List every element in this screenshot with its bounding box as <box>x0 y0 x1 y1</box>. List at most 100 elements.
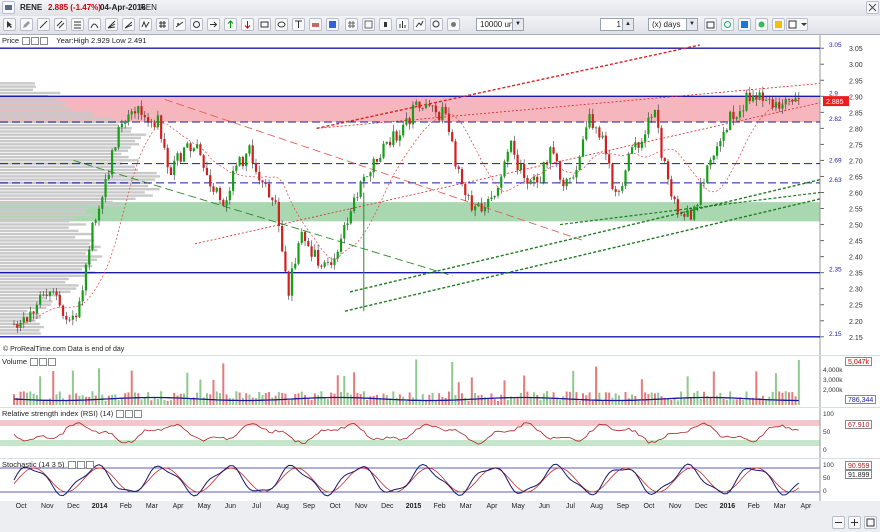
stochastic-panel[interactable]: 100 50 0 Stochastic (14 3 5) <box>0 459 880 501</box>
candle-body <box>398 135 401 141</box>
y-tick-label: 2.55 <box>849 207 863 214</box>
candle-body <box>330 262 333 265</box>
pitchfork-icon[interactable] <box>122 18 135 31</box>
volume-bar <box>307 399 310 405</box>
candle-body <box>150 121 153 123</box>
menu-dropdown-icon[interactable] <box>2 1 15 14</box>
price-chart[interactable]: 3.05 3.00 2.95 2.90 2.85 2.80 2.75 2.70 2.65 2.60… <box>0 35 880 355</box>
date-label: 04-Apr-2016 <box>100 3 146 12</box>
channel-icon[interactable] <box>54 18 67 31</box>
candle-body <box>267 183 271 198</box>
y-tick-label: 2.75 <box>849 142 863 149</box>
layout-icon[interactable] <box>362 18 375 31</box>
settings-icon[interactable] <box>447 18 460 31</box>
candle-body <box>549 147 552 164</box>
candle-body <box>732 111 735 120</box>
panel-close-icon[interactable] <box>40 37 49 46</box>
x-tick-label: Jun <box>538 503 550 510</box>
candle-body <box>552 147 555 154</box>
candle-body <box>369 172 372 177</box>
grid-view-icon[interactable] <box>345 18 358 31</box>
candle-body <box>173 160 176 175</box>
cube-icon[interactable] <box>738 18 751 31</box>
period-value-input[interactable]: 1 ▲ <box>600 18 634 31</box>
volume-bar <box>26 392 29 405</box>
level-label: 2.69 <box>829 158 842 165</box>
volume-panel[interactable]: 4,000k 3,000k 2,000k Volume <box>0 356 880 407</box>
pencil-icon[interactable] <box>20 18 33 31</box>
period-unit-select[interactable]: (x) days ▼ <box>648 18 698 31</box>
regression-icon[interactable] <box>173 18 186 31</box>
volume-bar <box>487 398 490 405</box>
volume-bar <box>604 392 607 405</box>
arrow-right-icon[interactable] <box>207 18 220 31</box>
calendar-icon[interactable] <box>704 18 717 31</box>
candle-body <box>650 117 653 118</box>
trendline-icon[interactable] <box>37 18 50 31</box>
candle-body <box>490 197 493 199</box>
volume-profile-bar <box>0 146 131 149</box>
panel-close-icon[interactable] <box>48 358 57 367</box>
bar-chart-icon[interactable] <box>396 18 409 31</box>
wrench-icon[interactable] <box>116 410 125 419</box>
zoom-out-icon[interactable] <box>832 516 845 529</box>
arc-icon[interactable] <box>88 18 101 31</box>
candle-body <box>627 153 630 171</box>
panel-settings-icon[interactable] <box>125 410 134 419</box>
panel-maximize-icon[interactable] <box>22 37 31 46</box>
candle-body <box>225 200 228 206</box>
units-select[interactable]: 10000 units ▼ <box>476 18 524 31</box>
panel-close-icon[interactable] <box>134 410 143 419</box>
close-icon[interactable] <box>866 1 879 14</box>
volume-bar <box>797 360 800 405</box>
candle-body <box>575 170 578 178</box>
x-tick-label: Feb <box>433 503 446 510</box>
wrench-icon[interactable] <box>67 461 76 470</box>
wrench-icon[interactable] <box>30 358 39 367</box>
volume-bar <box>788 392 791 405</box>
candlestick-icon[interactable] <box>379 18 392 31</box>
arrow-up-icon[interactable] <box>224 18 237 31</box>
grid-icon[interactable] <box>156 18 169 31</box>
volume-bar <box>732 399 735 405</box>
zoom-in-icon[interactable] <box>848 516 861 529</box>
zigzag-icon[interactable] <box>139 18 152 31</box>
candle-body <box>22 317 25 323</box>
rectangle-icon[interactable] <box>258 18 271 31</box>
options-dropdown[interactable] <box>786 18 808 31</box>
candle-body <box>621 186 624 191</box>
volume-bar <box>166 400 169 405</box>
rsi-last-value: 67.910 <box>845 420 873 429</box>
fit-icon[interactable] <box>864 516 877 529</box>
price-panel[interactable]: 3.05 3.00 2.95 2.90 2.85 2.80 2.75 2.70 2.65 2.60… <box>0 35 880 355</box>
eraser-icon[interactable] <box>309 18 322 31</box>
zoom-in-icon[interactable] <box>430 18 443 31</box>
volume-bar <box>349 394 352 405</box>
candle-body <box>320 265 323 267</box>
candle-body <box>39 294 42 305</box>
refresh-icon[interactable] <box>721 18 734 31</box>
cursor-icon[interactable] <box>3 18 16 31</box>
ellipse-icon[interactable] <box>275 18 288 31</box>
resistance-zone <box>0 96 820 122</box>
panel-settings-icon[interactable] <box>76 461 85 470</box>
arrow-down-icon[interactable] <box>241 18 254 31</box>
volume-profile-bar <box>0 329 40 332</box>
rsi-panel[interactable]: 100 50 0 Relative strength index (RSI) (14… <box>0 408 880 458</box>
indicator-icon[interactable] <box>772 18 785 31</box>
line-chart-icon[interactable] <box>413 18 426 31</box>
time-axis[interactable]: Oct Nov Dec 2014 Feb Mar Apr May Jun Jul Aug Sep Oct… <box>0 501 880 532</box>
fan-icon[interactable] <box>105 18 118 31</box>
link-icon[interactable] <box>755 18 768 31</box>
candle-body <box>209 175 212 187</box>
spiral-icon[interactable] <box>190 18 203 31</box>
fibonacci-icon[interactable] <box>71 18 84 31</box>
text-icon[interactable] <box>292 18 305 31</box>
volume-bar <box>169 399 172 405</box>
panel-settings-icon[interactable] <box>31 37 40 46</box>
panel-settings-icon[interactable] <box>39 358 48 367</box>
price-panel-label: Price <box>2 36 20 45</box>
panel-close-icon[interactable] <box>85 461 94 470</box>
volume-bar <box>143 397 146 405</box>
color-icon[interactable] <box>326 18 339 31</box>
